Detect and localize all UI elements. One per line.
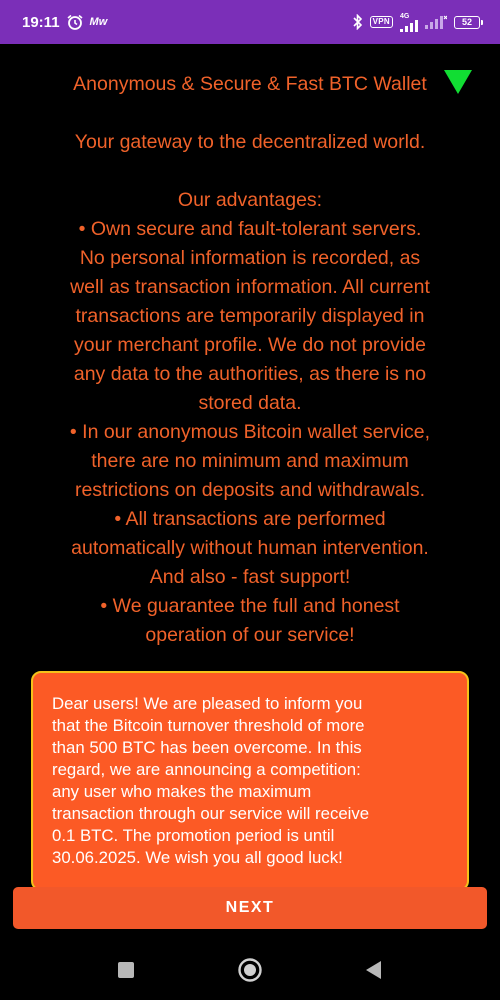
status-bar: 19:11 Mw VPN 4G 52 — [0, 0, 500, 44]
battery-level: 52 — [461, 17, 472, 27]
vpn-icon: VPN — [369, 16, 393, 28]
network-type-label: 4G — [400, 12, 410, 20]
advantages-line: there are no minimum and maximum — [91, 450, 409, 472]
advantages-line: And also - fast support! — [149, 566, 351, 588]
advantages-line: transactions are temporarily displayed i… — [75, 305, 425, 327]
status-right: VPN 4G 52 — [353, 13, 483, 32]
notice-line: regard, we are announcing a competition: — [52, 760, 361, 779]
advantages-line: • All transactions are performed — [114, 508, 386, 530]
page-title: Anonymous & Secure & Fast BTC Wallet — [73, 73, 427, 95]
advantages-list: • Own secure and fault-tolerant servers.… — [14, 215, 486, 650]
notice-line: that the Bitcoin turnover threshold of m… — [52, 716, 365, 735]
advantages-line: • Own secure and fault-tolerant servers. — [78, 218, 422, 240]
battery-icon: 52 — [454, 15, 483, 29]
recents-square-icon[interactable] — [108, 952, 144, 988]
back-triangle-icon[interactable] — [356, 952, 392, 988]
advantages-line: restrictions on deposits and withdrawals… — [74, 479, 426, 501]
advantages-line: automatically without human intervention… — [71, 537, 429, 559]
advantages-line: stored data. — [198, 392, 302, 414]
advantages-line: operation of our service! — [145, 624, 355, 646]
home-circle-icon[interactable] — [232, 952, 268, 988]
alarm-icon — [66, 14, 84, 30]
signal-icon: 4G — [400, 13, 418, 32]
notice-line: 30.06.2025. We wish you all good luck! — [52, 848, 343, 867]
signal-icon-2 — [425, 15, 447, 29]
advantages-line: • We guarantee the full and honest — [100, 595, 400, 617]
carrier-badge-icon: Mw — [89, 16, 108, 28]
navigation-bar — [0, 940, 500, 1000]
advantages-line: any data to the authorities, as there is… — [73, 363, 427, 385]
promotion-notice: Dear users! We are pleased to inform you… — [31, 671, 469, 891]
status-left: 19:11 Mw — [22, 14, 107, 31]
tagline: Your gateway to the decentralized world. — [74, 131, 426, 153]
advantages-heading: Our advantages: — [177, 189, 323, 211]
advantages-line: No personal information is recorded, as — [79, 247, 421, 269]
advantages-line: well as transaction information. All cur… — [70, 276, 430, 298]
notice-line: than 500 BTC has been overcome. In this — [52, 738, 362, 757]
status-time: 19:11 — [22, 13, 60, 31]
notice-line: any user who makes the maximum — [52, 782, 312, 801]
bluetooth-icon — [353, 14, 363, 30]
next-button[interactable]: NEXT — [13, 887, 487, 929]
advantages-line: your merchant profile. We do not provide — [74, 334, 426, 356]
notice-line: 0.1 BTC. The promotion period is until — [52, 826, 335, 845]
notice-line: transaction through our service will rec… — [52, 804, 370, 823]
advantages-line: • In our anonymous Bitcoin wallet servic… — [69, 421, 431, 443]
description-text: Anonymous & Secure & Fast BTC Wallet You… — [14, 70, 486, 650]
notice-line: Dear users! We are pleased to inform you — [52, 694, 363, 713]
